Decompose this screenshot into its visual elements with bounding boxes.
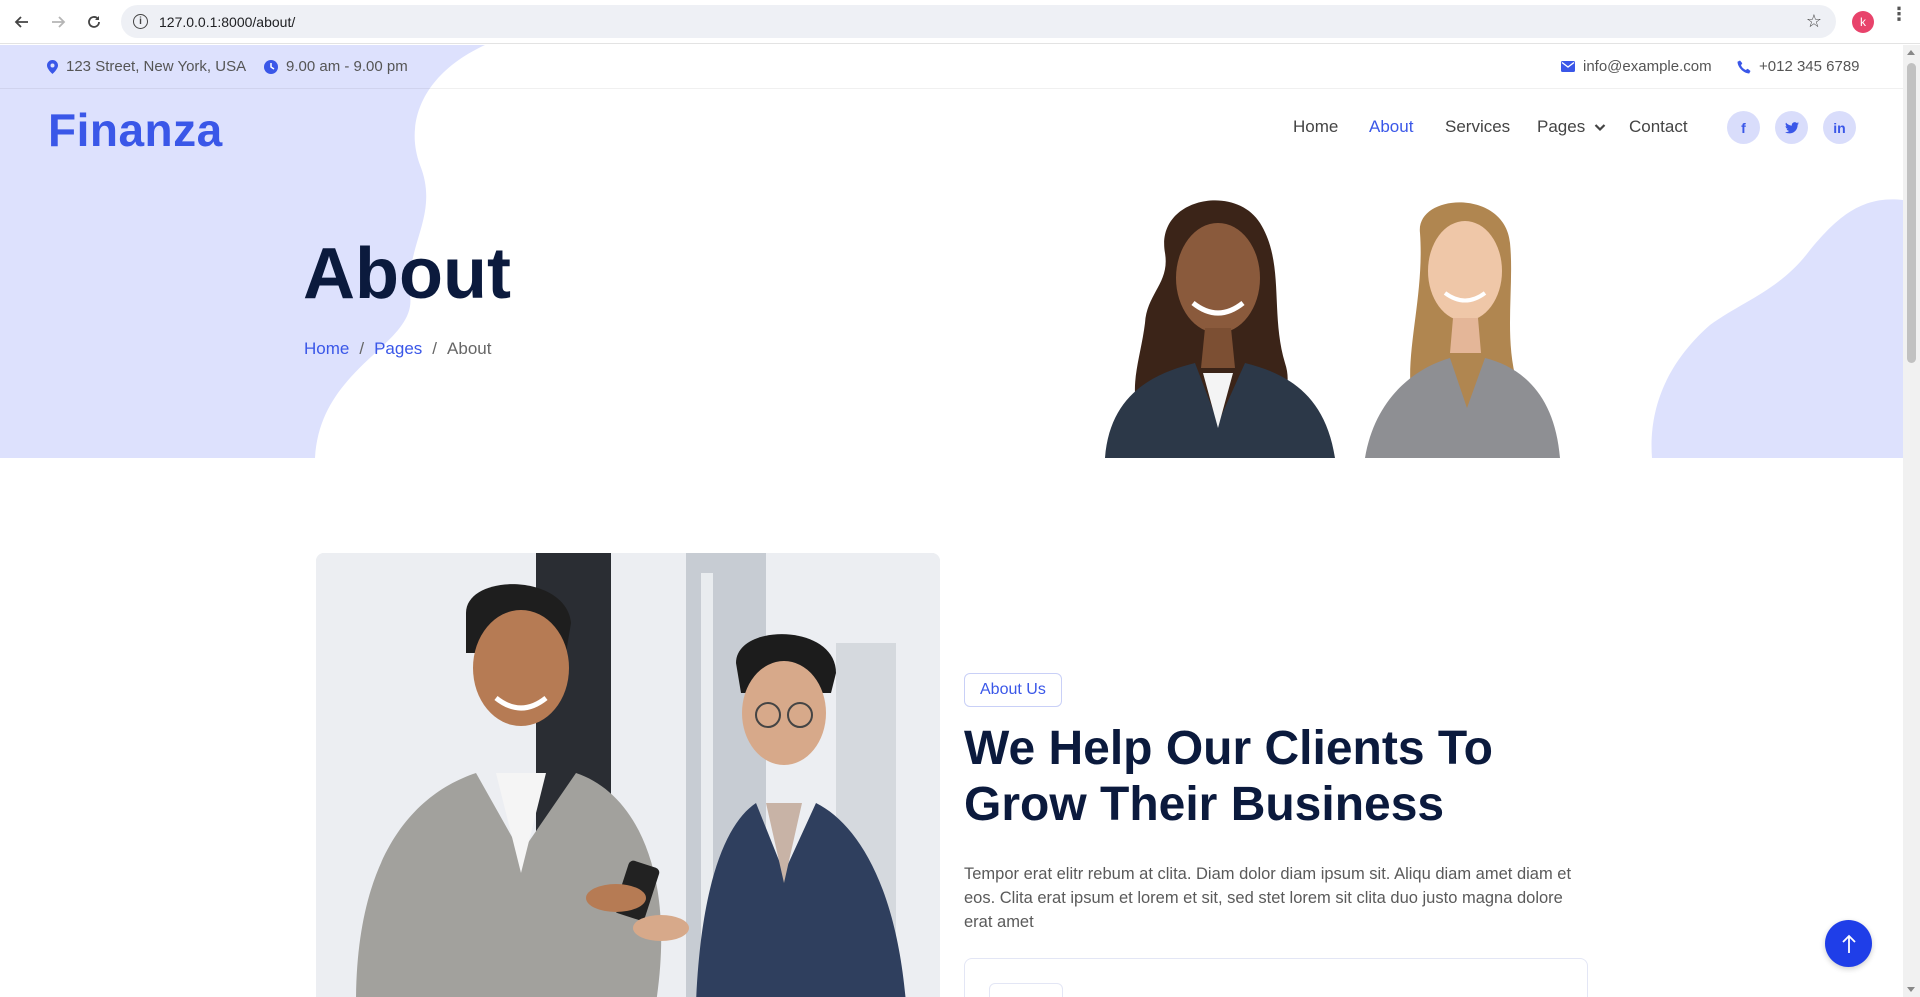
arrow-right-icon: [52, 16, 66, 28]
page-title: About: [303, 234, 511, 314]
business-meeting-photo: [316, 553, 940, 997]
breadcrumb-separator: /: [359, 339, 365, 358]
page-scrollbar[interactable]: [1903, 45, 1920, 997]
site-info-icon[interactable]: i: [133, 14, 148, 29]
linkedin-icon[interactable]: in: [1823, 111, 1856, 144]
chevron-down-icon: [1594, 124, 1606, 132]
about-us-badge: About Us: [964, 673, 1062, 707]
hours-text: 9.00 am - 9.00 pm: [286, 58, 408, 75]
address-text: 123 Street, New York, USA: [66, 58, 247, 75]
scroll-down-arrow-icon[interactable]: [1907, 987, 1915, 992]
breadcrumb-current: About: [447, 339, 492, 358]
breadcrumb-home[interactable]: Home: [304, 339, 349, 359]
breadcrumb-separator: /: [432, 339, 438, 358]
url-text[interactable]: 127.0.0.1:8000/about/: [159, 14, 295, 30]
address-info: 123 Street, New York, USA: [47, 58, 246, 75]
nav-pages-label: Pages: [1537, 117, 1586, 136]
bookmark-star-icon[interactable]: ☆: [1806, 11, 1822, 32]
back-to-top-button[interactable]: [1825, 920, 1872, 967]
twitter-bird-icon: [1784, 121, 1799, 133]
profile-avatar[interactable]: k: [1852, 11, 1874, 33]
browser-menu-icon[interactable]: ⋮: [1890, 5, 1908, 23]
scroll-up-arrow-icon[interactable]: [1907, 50, 1915, 55]
reload-button[interactable]: [76, 4, 112, 40]
hero-team-photo: [1105, 200, 1560, 458]
breadcrumb-pages[interactable]: Pages: [374, 339, 422, 359]
feature-tabs-box: [964, 958, 1588, 997]
nav-pages[interactable]: Pages: [1537, 117, 1606, 137]
email-info[interactable]: info@example.com: [1561, 58, 1712, 75]
nav-home[interactable]: Home: [1293, 117, 1338, 137]
nav-about[interactable]: About: [1369, 117, 1413, 137]
hours-info: 9.00 am - 9.00 pm: [264, 58, 408, 75]
feature-tab[interactable]: [989, 983, 1063, 997]
twitter-icon[interactable]: [1775, 111, 1808, 144]
address-bar[interactable]: i 127.0.0.1:8000/about/ ☆: [121, 5, 1836, 38]
phone-text[interactable]: +012 345 6789: [1759, 58, 1860, 75]
clock-icon: [264, 59, 278, 74]
about-photo: [316, 553, 940, 997]
breadcrumb: Home / Pages / About: [304, 339, 491, 359]
arrow-left-icon: [14, 16, 28, 28]
scroll-thumb[interactable]: [1907, 63, 1916, 363]
browser-toolbar: i 127.0.0.1:8000/about/ ☆ k ⋮: [0, 0, 1920, 44]
phone-icon: [1737, 60, 1751, 73]
about-description: Tempor erat elitr rebum at clita. Diam d…: [964, 865, 1572, 931]
envelope-icon: [1561, 61, 1575, 72]
map-marker-icon: [47, 59, 58, 74]
back-button[interactable]: [4, 4, 40, 40]
facebook-icon[interactable]: f: [1727, 111, 1760, 144]
email-text[interactable]: info@example.com: [1583, 58, 1712, 75]
brand-logo[interactable]: Finanza: [48, 103, 223, 157]
reload-icon: [88, 16, 100, 28]
nav-contact[interactable]: Contact: [1629, 117, 1688, 137]
about-heading: We Help Our Clients To Grow Their Busine…: [964, 722, 1493, 831]
phone-info[interactable]: +012 345 6789: [1737, 58, 1860, 75]
arrow-up-icon: [1841, 934, 1856, 953]
nav-services[interactable]: Services: [1445, 117, 1510, 137]
top-info-bar: 123 Street, New York, USA 9.00 am - 9.00…: [0, 45, 1903, 89]
page-viewport: 123 Street, New York, USA 9.00 am - 9.00…: [0, 45, 1903, 997]
forward-button[interactable]: [40, 4, 76, 40]
page-header: 123 Street, New York, USA 9.00 am - 9.00…: [0, 45, 1903, 458]
